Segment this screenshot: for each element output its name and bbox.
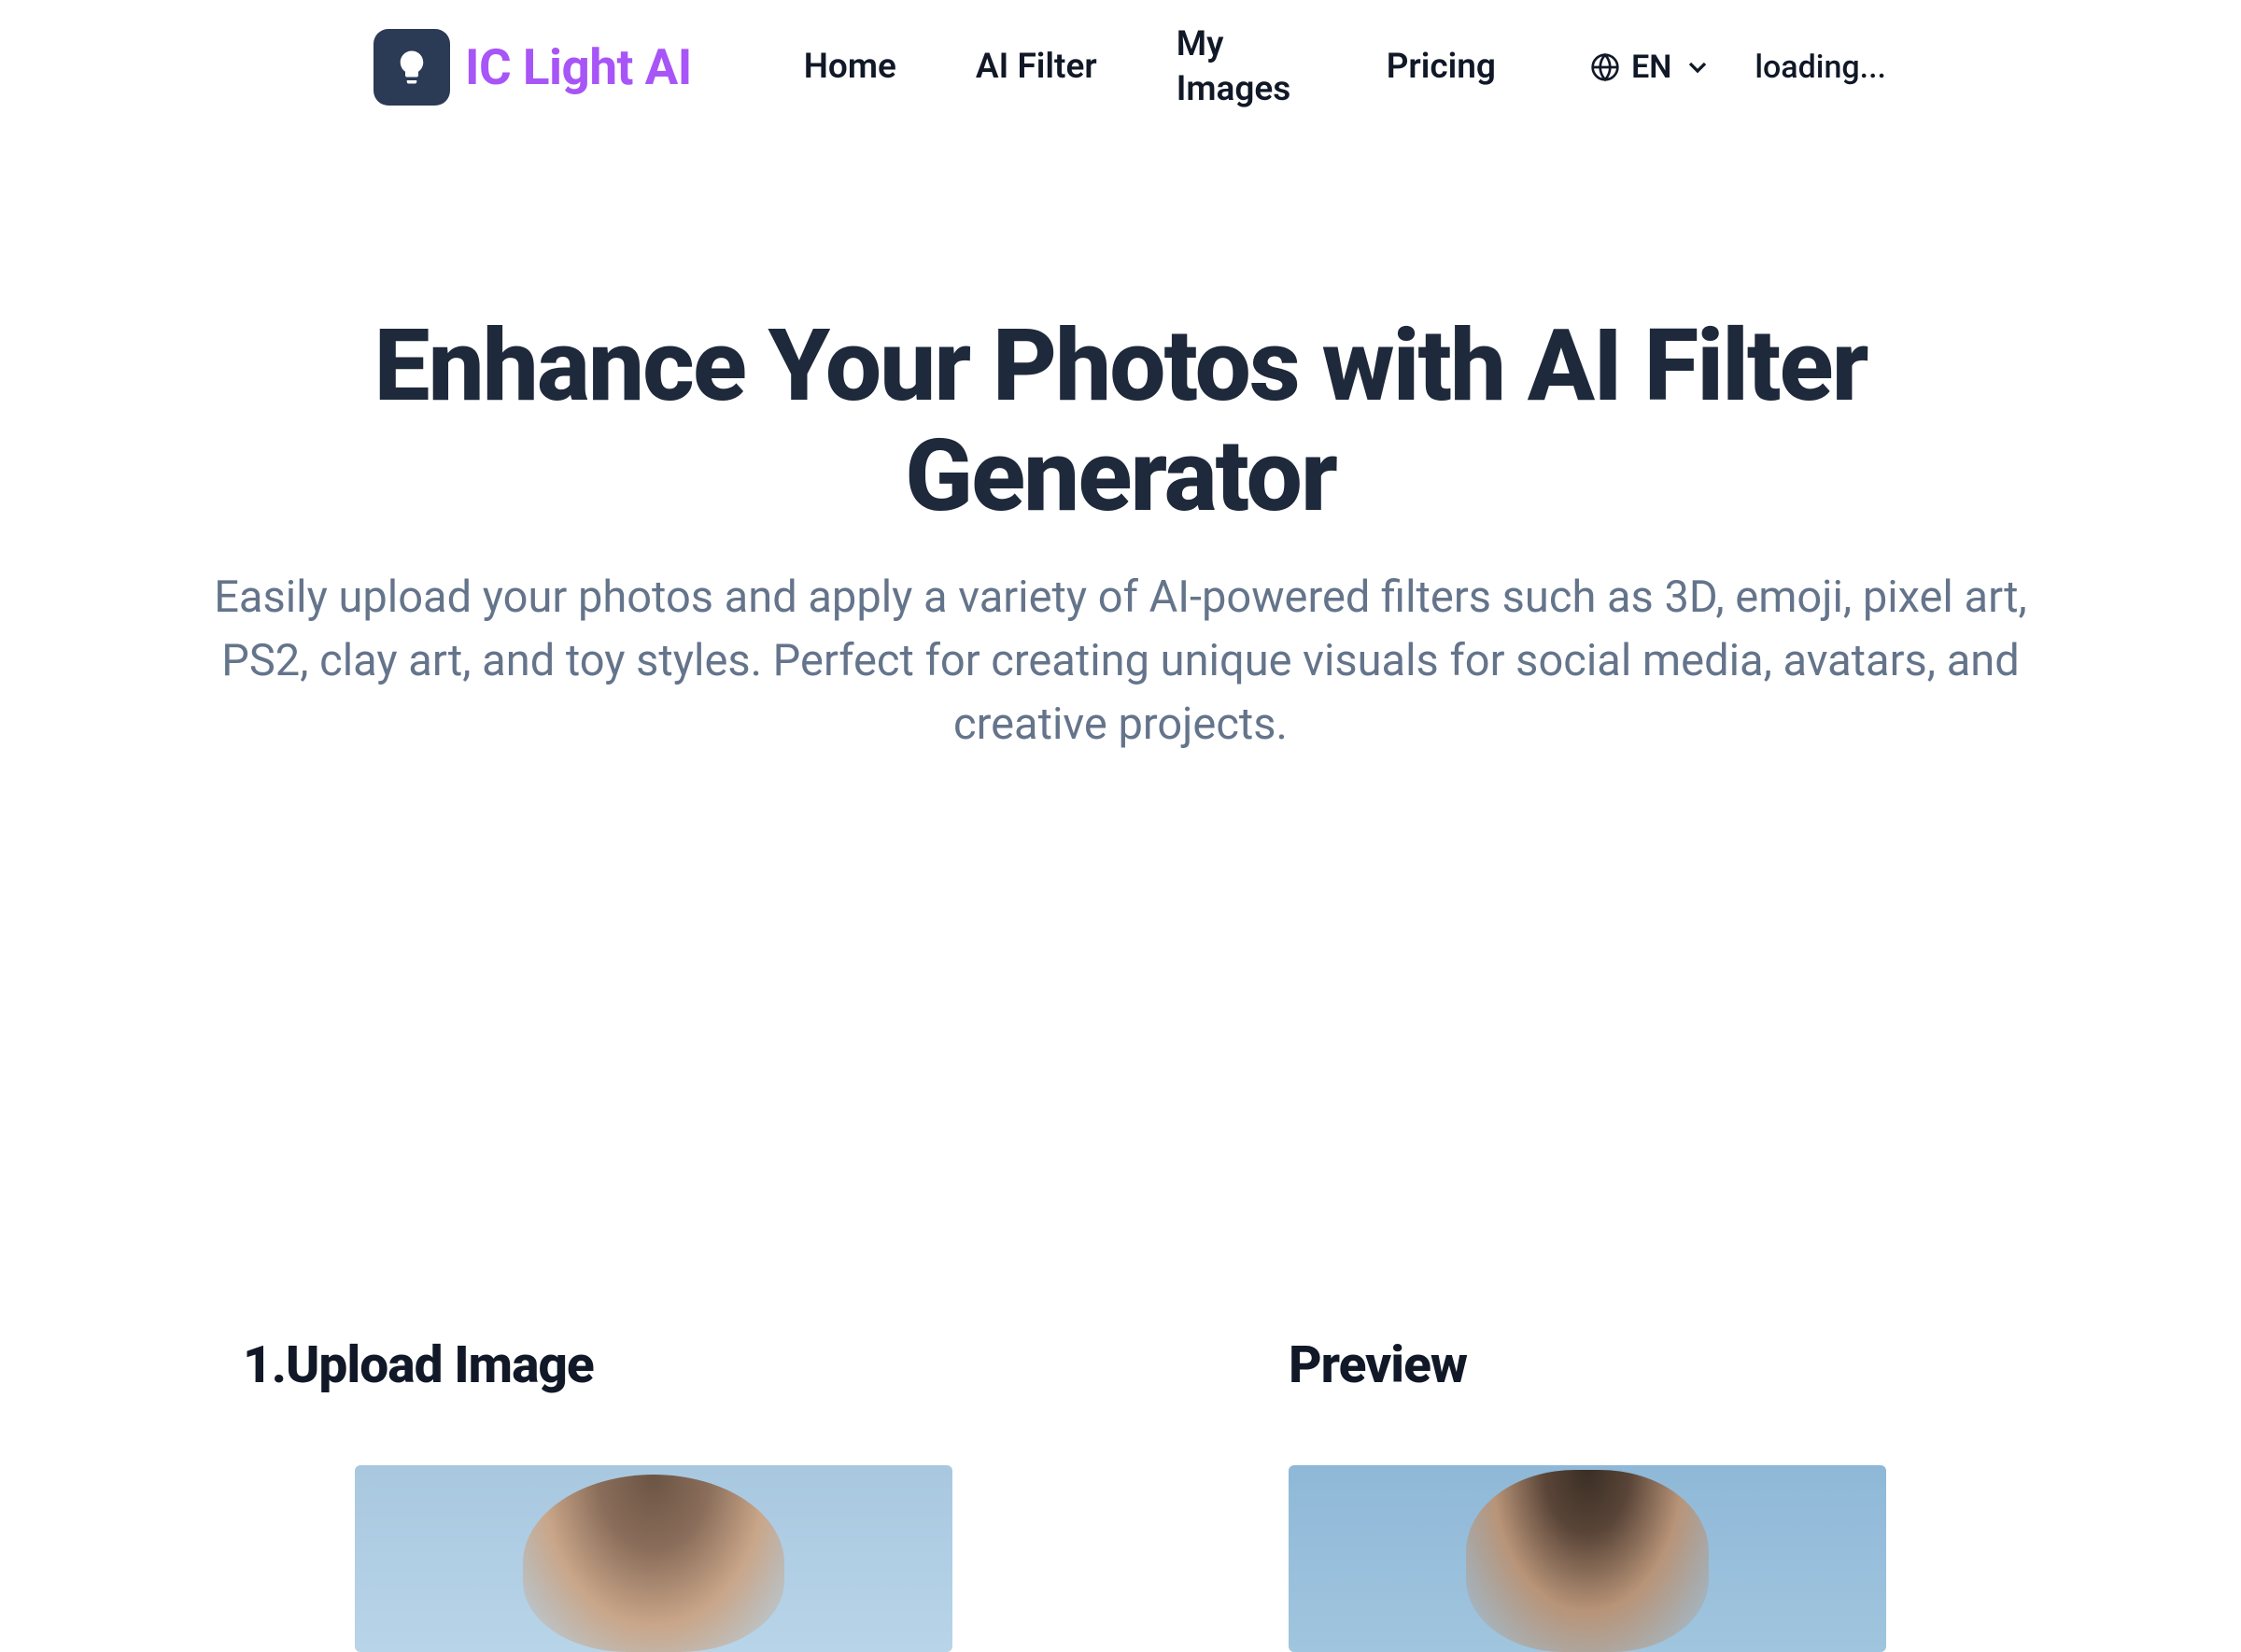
brand-logo-icon [374,29,450,106]
lightbulb-icon [392,48,431,87]
preview-heading: Preview [1289,1335,1998,1395]
language-code: EN [1631,49,1671,86]
hero-title: Enhance Your Photos with AI Filter Gener… [168,312,2073,531]
main-header: IC Light AI Home AI Filter My Images Pri… [0,0,2241,134]
hero-section: Enhance Your Photos with AI Filter Gener… [0,134,2241,831]
nav-pricing[interactable]: Pricing [1387,45,1496,90]
brand-name: IC Light AI [465,38,692,96]
upload-image-preview[interactable] [355,1465,952,1652]
logo-section[interactable]: IC Light AI [374,29,692,106]
header-right: EN loading... [1590,49,1886,86]
globe-icon [1590,52,1620,82]
content-section: 1.Upload Image Preview [0,831,2241,1652]
nav-ai-filter[interactable]: AI Filter [976,45,1097,90]
nav-my-images[interactable]: My Images [1177,22,1307,112]
nav-home[interactable]: Home [804,45,896,90]
chevron-down-icon [1683,52,1712,82]
upload-heading: 1.Upload Image [243,1335,1064,1395]
language-selector[interactable]: EN [1590,49,1712,86]
preview-image-output [1289,1465,1886,1652]
loading-status: loading... [1755,49,1886,86]
upload-column: 1.Upload Image [243,1335,1064,1652]
main-nav: Home AI Filter My Images Pricing [804,22,1496,112]
preview-column: Preview [1177,1335,1998,1652]
hero-subtitle: Easily upload your photos and apply a va… [177,566,2064,756]
